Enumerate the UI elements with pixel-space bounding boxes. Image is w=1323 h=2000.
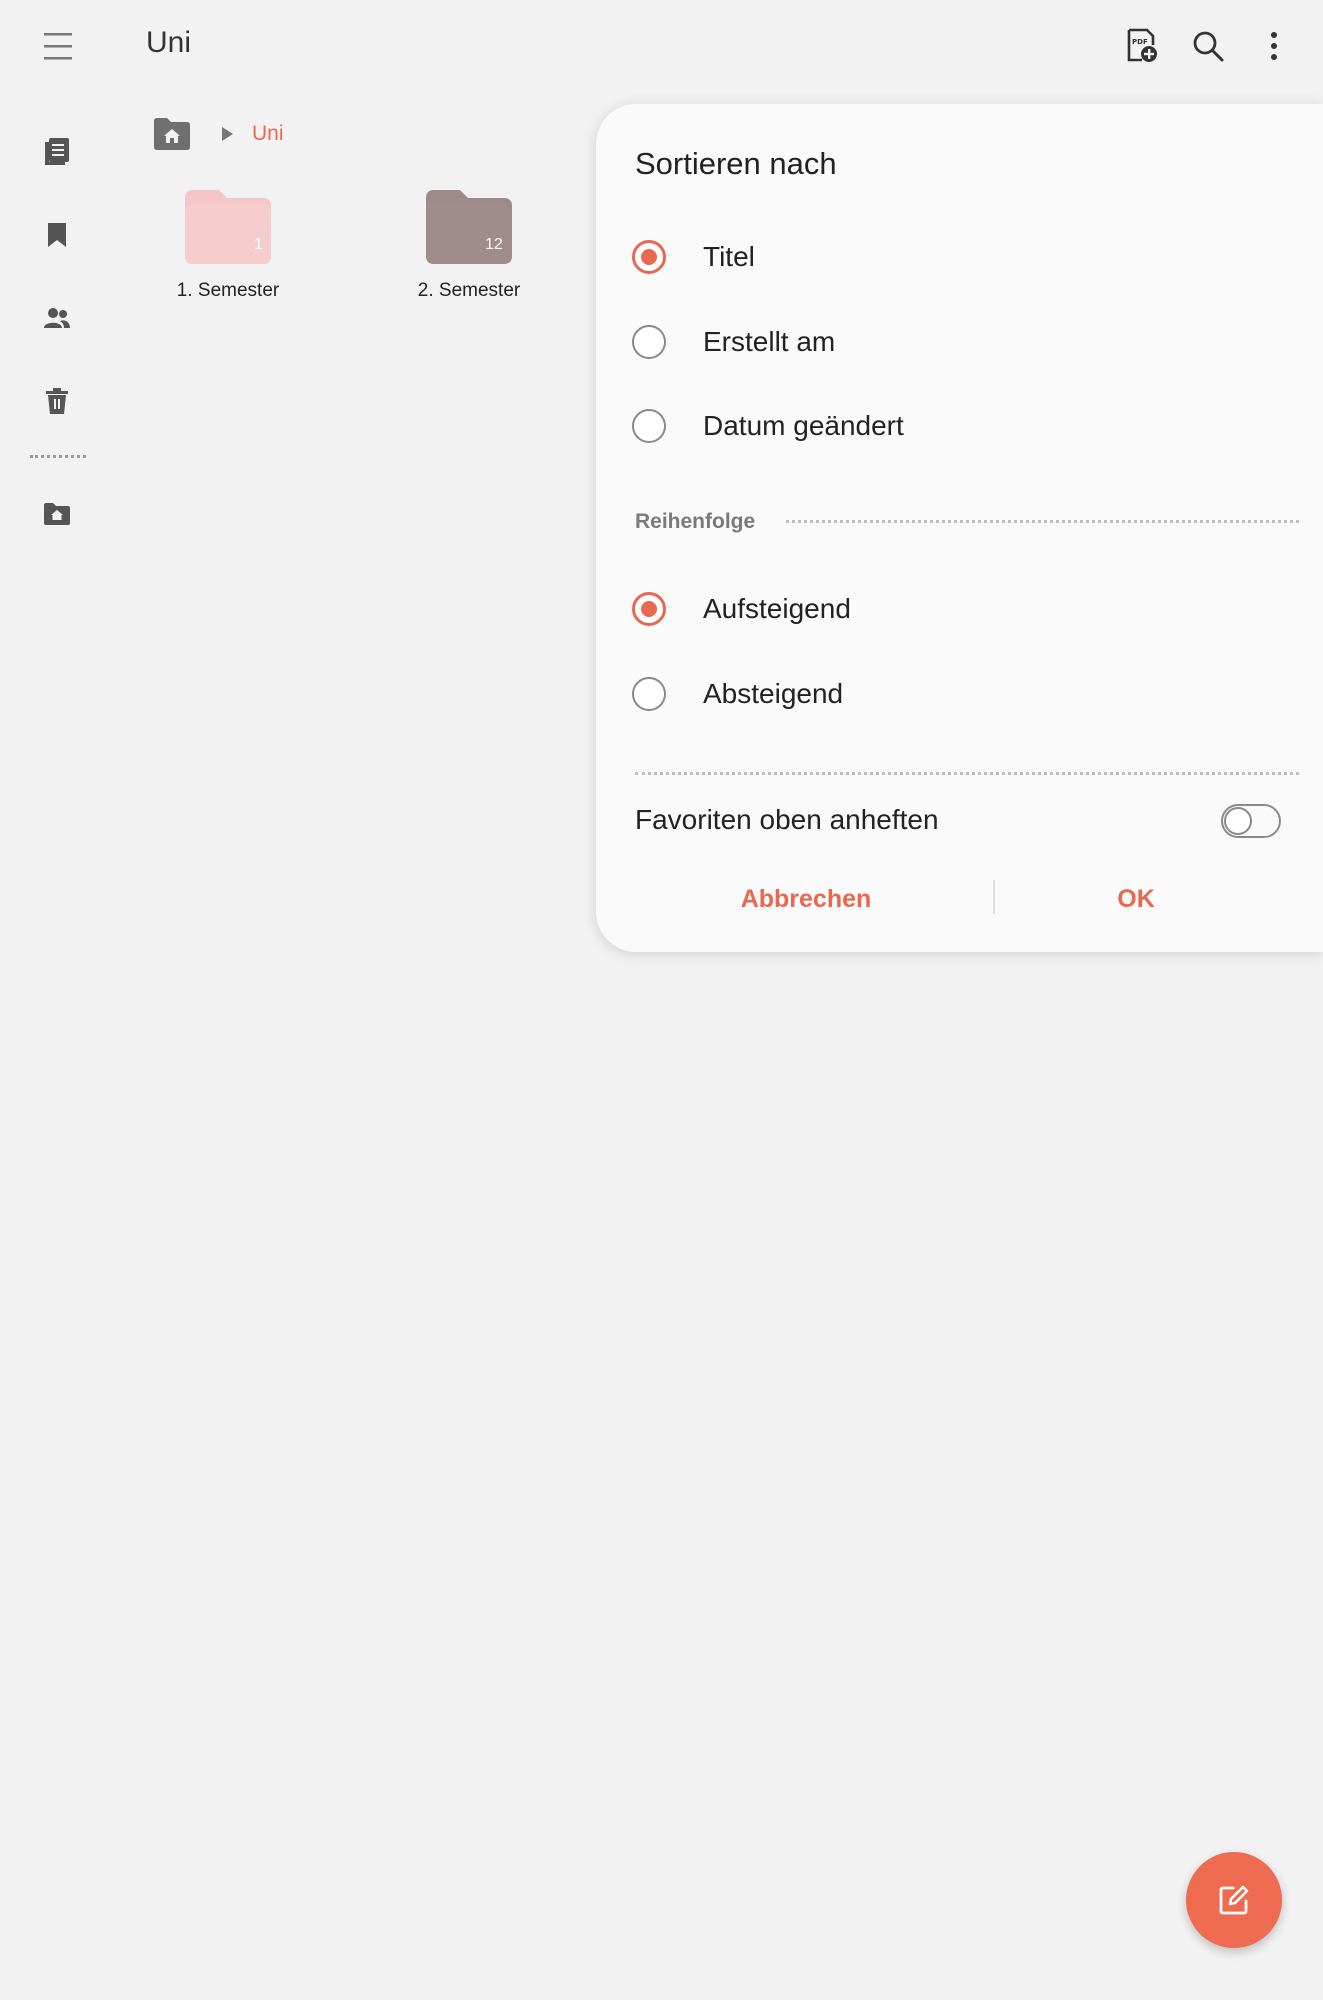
sort-option-modified[interactable]: Datum geändert: [632, 406, 904, 446]
breadcrumb: Uni: [152, 116, 284, 152]
cancel-button[interactable]: Abbrechen: [656, 874, 956, 924]
radio-button[interactable]: [632, 325, 666, 359]
pdf-add-icon[interactable]: PDF: [1109, 24, 1175, 68]
folder-item[interactable]: 12 2. Semester: [379, 190, 559, 302]
search-icon[interactable]: [1175, 24, 1241, 68]
more-options-icon[interactable]: [1241, 24, 1307, 68]
section-divider: [635, 772, 1299, 775]
svg-text:PDF: PDF: [1132, 38, 1148, 46]
section-divider: [786, 520, 1299, 523]
sort-option-created[interactable]: Erstellt am: [632, 322, 835, 362]
order-option-descending[interactable]: Absteigend: [632, 674, 843, 714]
toggle-knob: [1224, 807, 1252, 835]
radio-label: Absteigend: [703, 678, 844, 709]
folder-label: 1. Semester: [176, 280, 280, 301]
new-note-button[interactable]: [1186, 1852, 1282, 1948]
radio-label: Titel: [703, 241, 755, 272]
pin-favorites-toggle[interactable]: [1221, 804, 1281, 838]
sort-option-title[interactable]: Titel: [632, 237, 755, 277]
page-title: Uni: [146, 26, 192, 59]
chevron-right-icon: [220, 126, 234, 142]
app-bar: Uni PDF: [0, 0, 1323, 92]
ok-button[interactable]: OK: [986, 874, 1286, 924]
rail-divider: [30, 455, 86, 458]
order-option-ascending[interactable]: Aufsteigend: [632, 589, 851, 629]
radio-button[interactable]: [632, 240, 666, 274]
dialog-actions: Abbrechen OK: [596, 874, 1323, 924]
folder-count: 12: [485, 236, 503, 253]
folder-label: 2. Semester: [417, 280, 521, 301]
home-folder-icon[interactable]: [152, 116, 192, 152]
shared-people-icon[interactable]: [38, 299, 76, 337]
radio-label: Datum geändert: [703, 410, 904, 441]
dialog-title: Sortieren nach: [635, 146, 837, 181]
folder-item[interactable]: 1 1. Semester: [138, 190, 318, 302]
breadcrumb-current[interactable]: Uni: [252, 122, 284, 146]
notes-icon[interactable]: [38, 132, 76, 170]
folder-count: 1: [254, 236, 263, 253]
radio-label: Erstellt am: [703, 326, 836, 357]
radio-button[interactable]: [632, 409, 666, 443]
bookmark-icon[interactable]: [38, 216, 76, 254]
hamburger-menu-icon[interactable]: [38, 28, 78, 64]
sort-dialog: Sortieren nach Titel Erstellt am Datum g…: [596, 104, 1323, 952]
radio-button[interactable]: [632, 677, 666, 711]
order-section-label: Reihenfolge: [635, 510, 756, 533]
pin-favorites-label: Favoriten oben anheften: [635, 804, 939, 835]
trash-icon[interactable]: [38, 382, 76, 420]
radio-label: Aufsteigend: [703, 593, 851, 624]
home-folder-icon[interactable]: [38, 495, 76, 533]
radio-button[interactable]: [632, 592, 666, 626]
edit-note-icon: [1219, 1885, 1249, 1915]
